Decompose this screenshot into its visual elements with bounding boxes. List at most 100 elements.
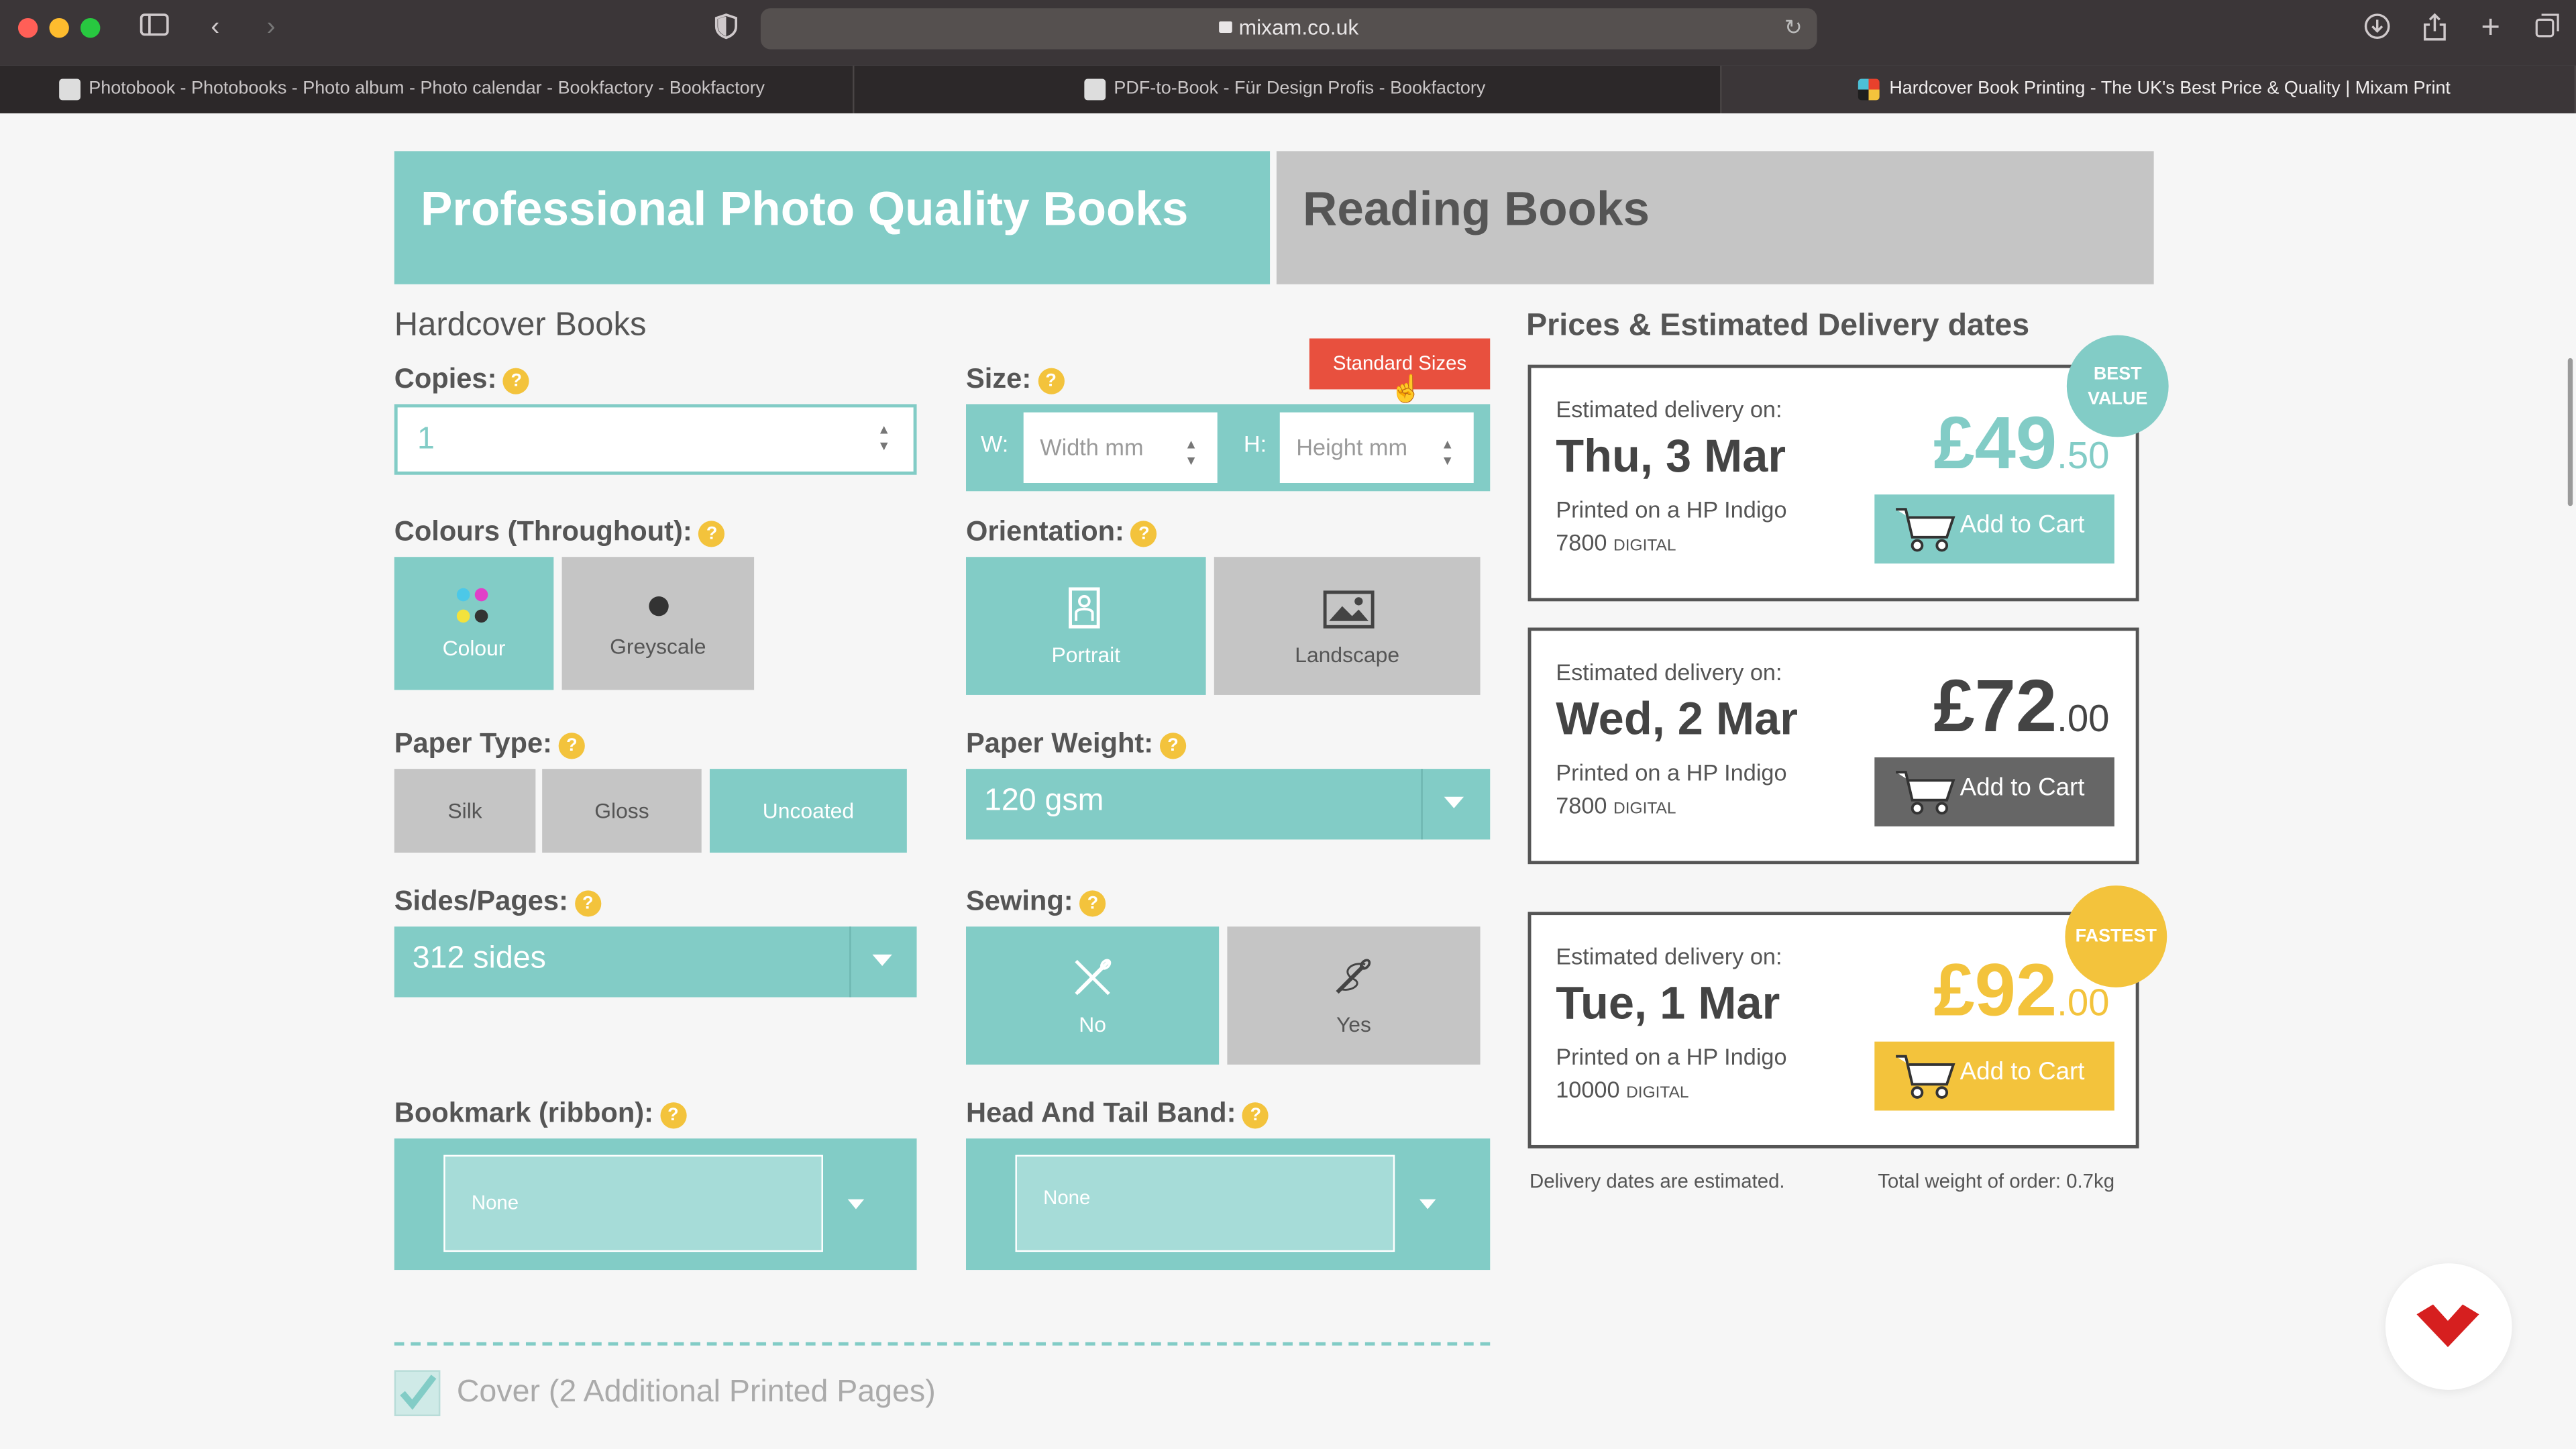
sewing-no-label: No xyxy=(1079,1012,1106,1037)
help-icon[interactable]: ? xyxy=(574,890,601,916)
price-pounds: £49 xyxy=(1933,400,2057,485)
width-input[interactable]: Width mm ▲ ▼ xyxy=(1023,412,1218,484)
height-input[interactable]: Height mm ▲ ▼ xyxy=(1279,412,1474,484)
badge-line-1: BEST xyxy=(2093,364,2142,385)
select-divider xyxy=(1421,769,1423,840)
browser-tab-2[interactable]: PDF-to-Book - Für Design Profis - Bookfa… xyxy=(1078,65,1722,113)
help-icon[interactable]: ? xyxy=(659,1102,687,1128)
chevron-down-icon[interactable] xyxy=(872,954,892,967)
best-value-badge: BEST VALUE xyxy=(2066,335,2169,437)
tab-photo-quality-books[interactable]: Professional Photo Quality Books xyxy=(394,151,1271,284)
orientation-label: Orientation:? xyxy=(966,516,1157,549)
width-label: W: xyxy=(981,430,1009,457)
landscape-option[interactable]: Landscape xyxy=(1214,557,1481,695)
gloss-option[interactable]: Gloss xyxy=(542,769,702,853)
tab-overview-icon[interactable] xyxy=(2532,13,2561,46)
help-icon[interactable]: ? xyxy=(1130,520,1157,547)
price: £72.00 xyxy=(1933,663,2109,749)
sides-value: 312 sides xyxy=(412,941,546,976)
order-weight: Total weight of order: 0.7kg xyxy=(1878,1169,2115,1193)
chevron-down-icon[interactable] xyxy=(1419,1199,1436,1210)
downloads-icon[interactable] xyxy=(2363,13,2392,48)
stepper-icon[interactable]: ▲ ▼ xyxy=(1441,437,1454,470)
tab-title: Hardcover Book Printing - The UK's Best … xyxy=(1889,78,2451,99)
tab-strip: Photobook - Photobooks - Photo album - P… xyxy=(0,65,2576,113)
no-needle-icon xyxy=(1075,959,1112,996)
mixam-favicon-icon xyxy=(1858,78,1880,101)
chevron-down-icon[interactable] xyxy=(1444,796,1464,808)
help-icon[interactable]: ? xyxy=(1242,1102,1269,1128)
privacy-shield-icon[interactable] xyxy=(713,13,739,48)
sides-label-text: Sides/Pages: xyxy=(394,885,568,917)
section-divider xyxy=(394,1342,1491,1346)
paper-weight-select[interactable]: 120 gsm xyxy=(966,769,1491,840)
colour-option[interactable]: Colour xyxy=(394,557,554,690)
help-icon[interactable]: ? xyxy=(503,367,530,394)
minimize-window-icon[interactable] xyxy=(49,17,69,38)
headband-label: Head And Tail Band:? xyxy=(966,1097,1269,1130)
reload-icon[interactable]: ↻ xyxy=(1784,15,1803,41)
sides-select[interactable]: 312 sides xyxy=(394,926,917,998)
mixam-chat-button[interactable] xyxy=(2385,1263,2512,1390)
bookmark-select[interactable]: None xyxy=(394,1138,917,1271)
address-bar[interactable]: mixam.co.uk ↻ xyxy=(760,8,1817,50)
page-scrollbar[interactable] xyxy=(2567,358,2573,506)
browser-tab-3[interactable]: Hardcover Book Printing - The UK's Best … xyxy=(1721,65,2576,113)
copies-label-text: Copies: xyxy=(394,363,497,394)
stepper-icon[interactable]: ▲ ▼ xyxy=(1185,437,1197,470)
portrait-option[interactable]: Portrait xyxy=(966,557,1206,695)
cover-checkbox[interactable] xyxy=(394,1370,441,1417)
portrait-option-label: Portrait xyxy=(1051,642,1121,667)
uncoated-option[interactable]: Uncoated xyxy=(709,769,907,853)
new-tab-icon[interactable]: + xyxy=(2476,11,2506,44)
help-icon[interactable]: ? xyxy=(1079,890,1106,916)
forward-icon[interactable]: › xyxy=(260,13,282,43)
fastest-badge: FASTEST xyxy=(2065,885,2167,987)
headband-select[interactable]: None xyxy=(966,1138,1491,1271)
close-window-icon[interactable] xyxy=(17,17,38,38)
tab-reading-books[interactable]: Reading Books xyxy=(1276,151,2154,284)
help-icon[interactable]: ? xyxy=(698,520,725,547)
bookfactory-favicon-icon xyxy=(1084,78,1106,101)
bookmark-label-text: Bookmark (ribbon): xyxy=(394,1097,654,1129)
maximize-window-icon[interactable] xyxy=(80,17,101,38)
size-label: Size:? xyxy=(966,363,1065,396)
width-placeholder: Width mm xyxy=(1040,433,1144,460)
cart-icon xyxy=(1896,1055,1955,1099)
portrait-icon xyxy=(1069,587,1100,629)
sewing-yes-label: Yes xyxy=(1336,1012,1371,1037)
delivery-date: Thu, 3 Mar xyxy=(1556,430,1786,482)
greyscale-option[interactable]: Greyscale xyxy=(561,557,755,690)
printer-info: Printed on a HP Indigo 10000 DIGITAL xyxy=(1556,1040,1786,1110)
browser-toolbar: ‹ › mixam.co.uk ↻ + xyxy=(0,0,2576,66)
checkmark-icon xyxy=(400,1375,437,1410)
sewing-yes-option[interactable]: Yes xyxy=(1227,926,1481,1065)
help-icon[interactable]: ? xyxy=(558,732,585,759)
price-card-1: Estimated delivery on: Thu, 3 Mar Printe… xyxy=(1527,364,2139,602)
chevron-down-icon[interactable] xyxy=(847,1199,865,1210)
add-to-cart-button[interactable]: Add to Cart xyxy=(1874,757,2114,826)
back-icon[interactable]: ‹ xyxy=(204,13,227,43)
sewing-label-text: Sewing: xyxy=(966,885,1073,917)
tab-title: PDF-to-Book - Für Design Profis - Bookfa… xyxy=(1114,78,1486,99)
browser-tab-1[interactable]: Photobook - Photobooks - Photo album - P… xyxy=(52,65,855,113)
cart-icon xyxy=(1896,508,1955,552)
silk-option[interactable]: Silk xyxy=(394,769,536,853)
share-icon[interactable] xyxy=(2420,13,2449,50)
add-to-cart-button[interactable]: Add to Cart xyxy=(1874,494,2114,564)
price-pence: .50 xyxy=(2057,433,2110,477)
price-pounds: £72 xyxy=(1933,663,2057,748)
bookmark-label: Bookmark (ribbon):? xyxy=(394,1097,687,1130)
printer-model: 7800 xyxy=(1556,792,1607,818)
lock-icon xyxy=(1219,21,1232,33)
add-to-cart-button[interactable]: Add to Cart xyxy=(1874,1041,2114,1111)
stepper-icon[interactable]: ▲ ▼ xyxy=(877,422,890,455)
sidebar-toggle-icon[interactable] xyxy=(138,13,171,45)
help-icon[interactable]: ? xyxy=(1159,732,1187,759)
height-label: H: xyxy=(1243,430,1267,457)
help-icon[interactable]: ? xyxy=(1038,367,1065,394)
copies-input[interactable]: 1 ▲ ▼ xyxy=(394,404,917,475)
sewing-no-option[interactable]: No xyxy=(966,926,1220,1065)
custom-size-group: W: Width mm ▲ ▼ H: Height mm ▲ ▼ xyxy=(966,404,1491,492)
section-title: Hardcover Books xyxy=(394,307,647,343)
